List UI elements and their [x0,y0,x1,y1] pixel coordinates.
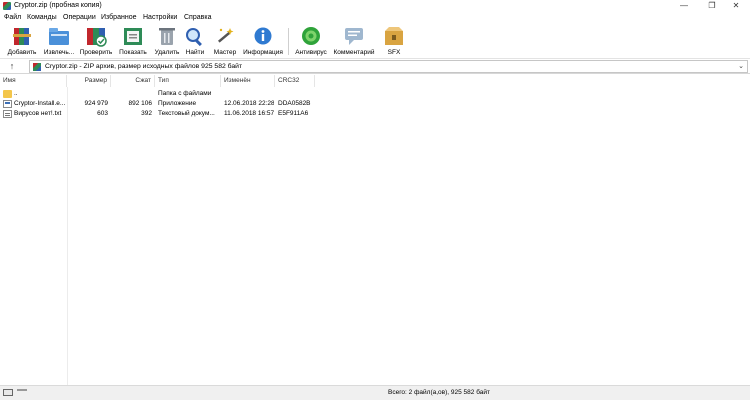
column-divider [67,87,68,385]
minimize-button[interactable]: — [670,0,698,12]
delete-button[interactable]: Удалить [152,25,182,58]
sfx-icon [382,25,406,47]
extract-icon [47,25,71,47]
find-icon [183,25,207,47]
extract-button[interactable]: Извлечь... [40,25,78,58]
table-row[interactable]: Вирусов нет!.txt 603 392 Текстовый докум… [0,109,320,119]
column-header-type[interactable]: Тип [155,75,221,87]
info-label: Информация [243,49,283,56]
menu-bar: Файл Команды Операции Избранное Настройк… [0,12,750,24]
menu-favorites[interactable]: Избранное [101,14,136,21]
close-button[interactable]: ✕ [722,0,750,12]
column-header-modified[interactable]: Изменён [221,75,275,87]
info-button[interactable]: Информация [241,25,285,58]
status-bar: Всего: 2 файл(а,ов), 925 582 байт [0,385,750,400]
drive-icon[interactable] [3,389,13,396]
toolbar: Добавить Извлечь... Проверить Показать У… [0,24,750,59]
file-modified: 11.06.2018 16:57 [224,110,274,117]
delete-icon [155,25,179,47]
comment-button[interactable]: Комментарий [330,25,378,58]
delete-label: Удалить [154,49,180,56]
menu-settings[interactable]: Настройки [143,14,177,21]
column-header-crc32[interactable]: CRC32 [275,75,315,87]
menu-help[interactable]: Справка [184,14,211,21]
folder-icon [3,90,12,98]
sfx-button[interactable]: SFX [381,25,407,58]
sfx-label: SFX [387,49,401,56]
menu-operations[interactable]: Операции [63,14,96,21]
column-header-packed[interactable]: Сжат [111,75,155,87]
file-crc: E5F911A6 [278,110,309,117]
menu-commands[interactable]: Команды [27,14,57,21]
test-icon [84,25,108,47]
file-size: 603 [97,110,108,117]
file-modified: 12.06.2018 22:28 [224,100,274,107]
wizard-button[interactable]: Мастер [211,25,239,58]
address-bar: ↑ Cryptor.zip - ZIP архив, размер исходн… [0,59,750,74]
address-text: Cryptor.zip - ZIP архив, размер исходных… [45,63,243,70]
file-packed: 892 106 [128,100,153,107]
column-header-size[interactable]: Размер [67,75,111,87]
add-button[interactable]: Добавить [5,25,39,58]
view-button[interactable]: Показать [116,25,150,58]
title-bar: Cryptor.zip (пробная копия) — ❐ ✕ [0,0,750,12]
comment-icon [342,25,366,47]
application-file-icon [3,100,12,108]
test-label: Проверить [79,49,113,56]
file-list: Имя Размер Сжат Тип Изменён CRC32 .. Пап… [0,75,750,385]
wizard-label: Мастер [213,49,237,56]
find-label: Найти [185,49,205,56]
file-crc: DDA0582B [278,100,311,107]
file-type: Папка с файлами [158,90,212,97]
toolbar-separator [288,28,289,55]
info-icon [251,25,275,47]
text-file-icon [3,110,12,118]
status-text: Всего: 2 файл(а,ов), 925 582 байт [388,389,490,396]
add-icon [10,25,34,47]
extract-label: Извлечь... [43,49,75,56]
wizard-icon [213,25,237,47]
address-field[interactable]: Cryptor.zip - ZIP архив, размер исходных… [29,60,748,73]
antivirus-icon [299,25,323,47]
add-label: Добавить [7,49,37,56]
winrar-app-icon [3,2,11,10]
menu-file[interactable]: Файл [4,14,21,21]
file-type: Текстовый докум... [158,110,215,117]
table-row[interactable]: .. Папка с файлами [0,89,320,99]
test-button[interactable]: Проверить [79,25,113,58]
file-packed: 392 [141,110,152,117]
table-row[interactable]: Cryptor-Install.e... 924 979 892 106 При… [0,99,320,109]
zip-archive-icon [33,63,41,71]
up-arrow-icon[interactable]: ↑ [6,61,18,72]
file-name: Вирусов нет!.txt [14,110,62,117]
comment-label: Комментарий [333,49,375,56]
file-name: Cryptor-Install.e... [14,100,66,107]
chevron-down-icon[interactable]: ⌄ [738,62,744,70]
window-title: Cryptor.zip (пробная копия) [14,2,102,9]
view-icon [121,25,145,47]
file-size: 924 979 [84,100,109,107]
key-icon [17,389,27,396]
antivirus-label: Антивирус [295,49,327,56]
find-button[interactable]: Найти [182,25,208,58]
view-label: Показать [119,49,147,56]
column-header-name[interactable]: Имя [0,75,67,87]
file-type: Приложение [158,100,197,107]
antivirus-button[interactable]: Антивирус [292,25,330,58]
file-name: .. [14,90,18,97]
